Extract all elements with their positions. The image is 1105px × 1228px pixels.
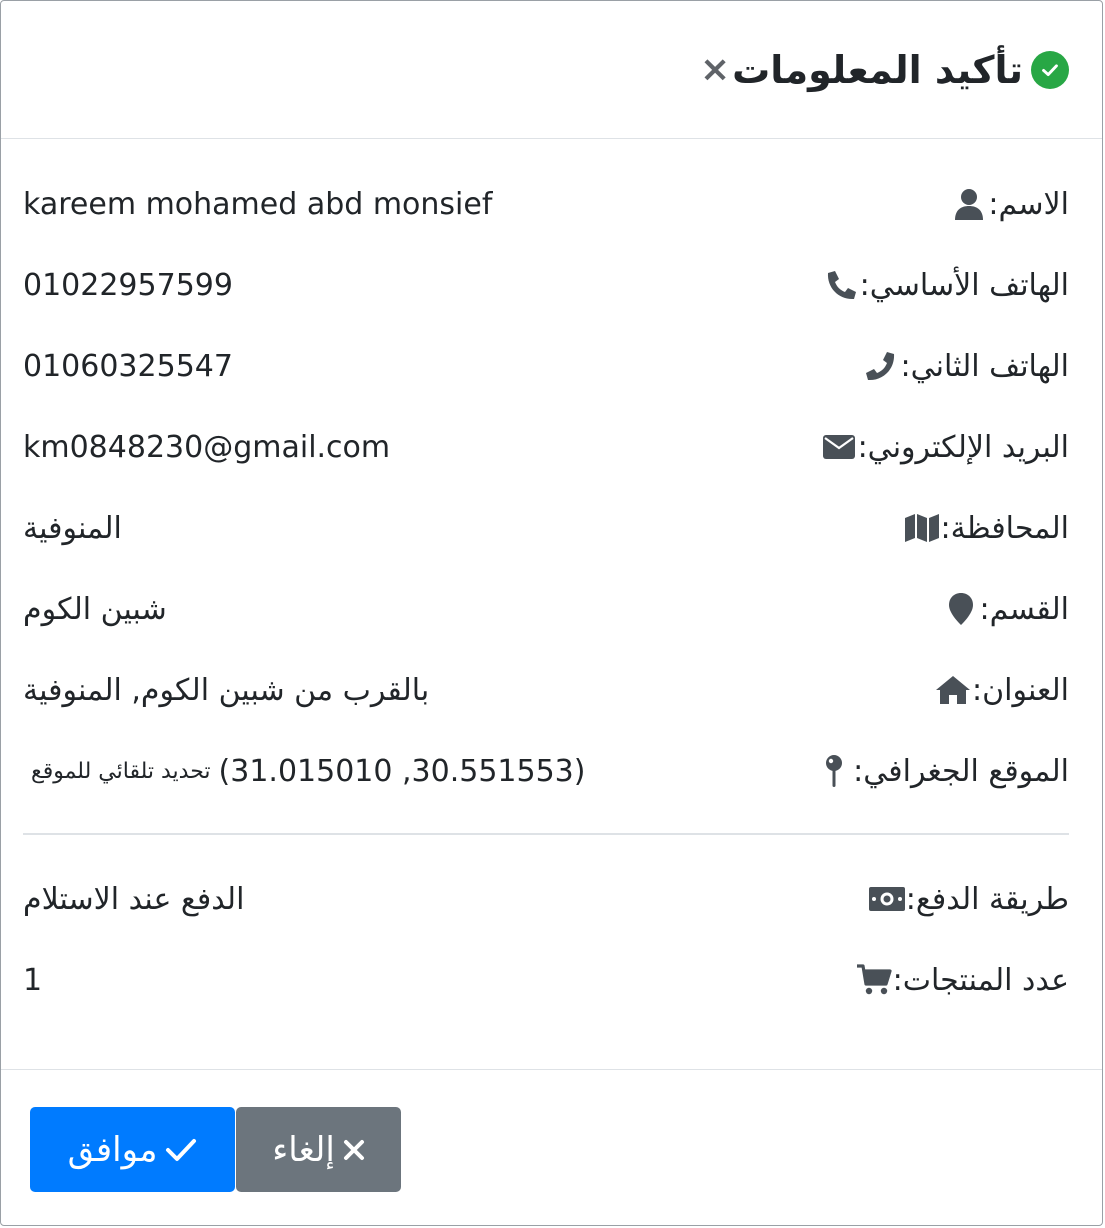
phone-alt-icon [862,347,900,385]
field-label-email: البريد الإلكتروني: [857,429,1069,465]
field-value-phone-secondary: 01060325547 [23,348,233,384]
field-label-district: القسم: [979,591,1070,627]
field-label-geo: الموقع الجغرافي: [853,753,1069,789]
modal-header: تأكيد المعلومات × [1,1,1102,139]
field-row-governorate: المحافظة: المنوفية [23,498,1069,558]
field-row-geo: الموقع الجغرافي: تحديد تلقائي للموقع (31… [23,741,1069,801]
map-marker-icon [942,590,980,628]
field-row-email: البريد الإلكتروني: km0848230@gmail.com [23,417,1069,477]
field-row-phone-secondary: الهاتف الثاني: 01060325547 [23,336,1069,396]
modal-title-text: تأكيد المعلومات [732,48,1023,92]
field-row-address: العنوان: بالقرب من شبين الكوم, المنوفية [23,660,1069,720]
field-value-governorate: المنوفية [23,510,122,546]
confirm-info-modal: تأكيد المعلومات × الاسم: kareem mohamed … [0,0,1103,1226]
close-icon [343,1139,365,1161]
field-value-phone-primary: 01022957599 [23,267,233,303]
field-label-phone-primary: الهاتف الأساسي: [859,267,1069,303]
field-value-name: kareem mohamed abd monsief [23,186,493,222]
map-icon [903,509,941,547]
field-value-email: km0848230@gmail.com [23,429,391,465]
modal-title: تأكيد المعلومات × [700,39,1069,101]
ok-button[interactable]: موافق [30,1107,235,1192]
modal-footer: موافق إلغاء [1,1069,1102,1228]
field-label-items-count: عدد المنتجات: [892,962,1069,998]
cancel-button-label: إلغاء [272,1129,335,1170]
field-label-payment: طريقة الدفع: [905,881,1069,917]
field-row-items-count: عدد المنتجات: 1 [23,950,1069,1010]
field-label-phone-secondary: الهاتف الثاني: [900,348,1069,384]
field-value-address: بالقرب من شبين الكوم, المنوفية [23,672,430,708]
field-row-district: القسم: شبين الكوم [23,579,1069,639]
field-value-payment: الدفع عند الاستلام [23,881,245,917]
money-bill-icon [868,880,906,918]
field-value-geo: (31.015010 ,30.551553) [218,753,586,789]
home-icon [934,671,972,709]
field-value-items-count: 1 [23,962,43,998]
check-circle-icon [1031,51,1069,89]
ok-button-label: موافق [67,1129,158,1170]
cancel-button[interactable]: إلغاء [236,1107,401,1192]
phone-icon [822,266,860,304]
field-label-governorate: المحافظة: [940,510,1069,546]
geo-auto-note: تحديد تلقائي للموقع [31,758,211,784]
shopping-cart-icon [855,961,893,999]
map-pin-icon [815,752,853,790]
envelope-icon [820,428,858,466]
field-label-name: الاسم: [988,186,1069,222]
modal-body: الاسم: kareem mohamed abd monsief الهاتف… [1,139,1102,1069]
check-icon [165,1137,197,1163]
close-button[interactable]: × [700,52,730,88]
field-row-name: الاسم: kareem mohamed abd monsief [23,174,1069,234]
field-label-address: العنوان: [972,672,1069,708]
field-value-district: شبين الكوم [23,591,167,627]
divider [23,833,1069,835]
user-icon [950,185,988,223]
field-row-payment: طريقة الدفع: الدفع عند الاستلام [23,869,1069,929]
field-row-phone-primary: الهاتف الأساسي: 01022957599 [23,255,1069,315]
